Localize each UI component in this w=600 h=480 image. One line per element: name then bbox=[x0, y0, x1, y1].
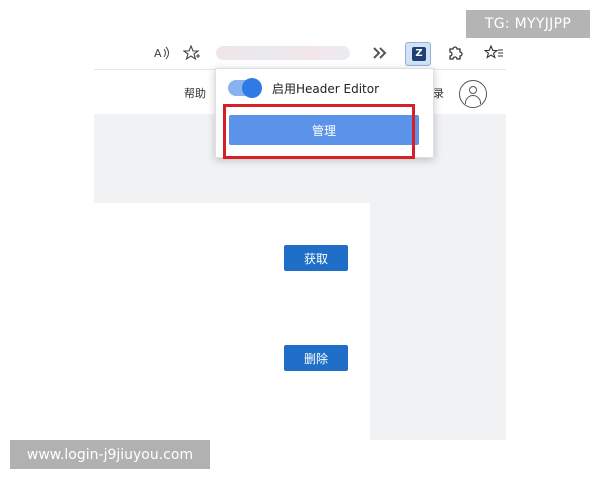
toggle-label: 启用Header Editor bbox=[272, 82, 380, 96]
watermark-bottom: www.login-j9jiuyou.com bbox=[10, 440, 210, 469]
user-avatar-icon[interactable] bbox=[459, 80, 487, 108]
blurred-url-text bbox=[216, 46, 350, 60]
get-button[interactable]: 获取 bbox=[284, 245, 348, 271]
delete-button[interactable]: 删除 bbox=[284, 345, 348, 371]
screenshot-stage: A Z 帮助 录 获取 删除 启用Header Editor 管理 TG: MY… bbox=[0, 0, 600, 480]
favorites-icon[interactable] bbox=[483, 42, 505, 64]
read-aloud-icon[interactable]: A bbox=[151, 42, 173, 64]
svg-text:A: A bbox=[154, 47, 162, 60]
nav-help-link[interactable]: 帮助 bbox=[184, 85, 206, 101]
red-highlight-box bbox=[223, 104, 415, 159]
toggle-knob bbox=[242, 78, 262, 98]
content-card bbox=[94, 203, 370, 440]
forward-chevrons-icon[interactable] bbox=[369, 42, 391, 64]
header-editor-extension-icon[interactable]: Z bbox=[405, 42, 431, 66]
extensions-puzzle-icon[interactable] bbox=[444, 42, 466, 64]
enable-header-editor-toggle[interactable] bbox=[228, 78, 262, 98]
nav-login-link[interactable]: 录 bbox=[433, 85, 444, 101]
add-favorite-icon[interactable] bbox=[181, 42, 203, 64]
watermark-top: TG: MYYJJPP bbox=[466, 10, 590, 38]
